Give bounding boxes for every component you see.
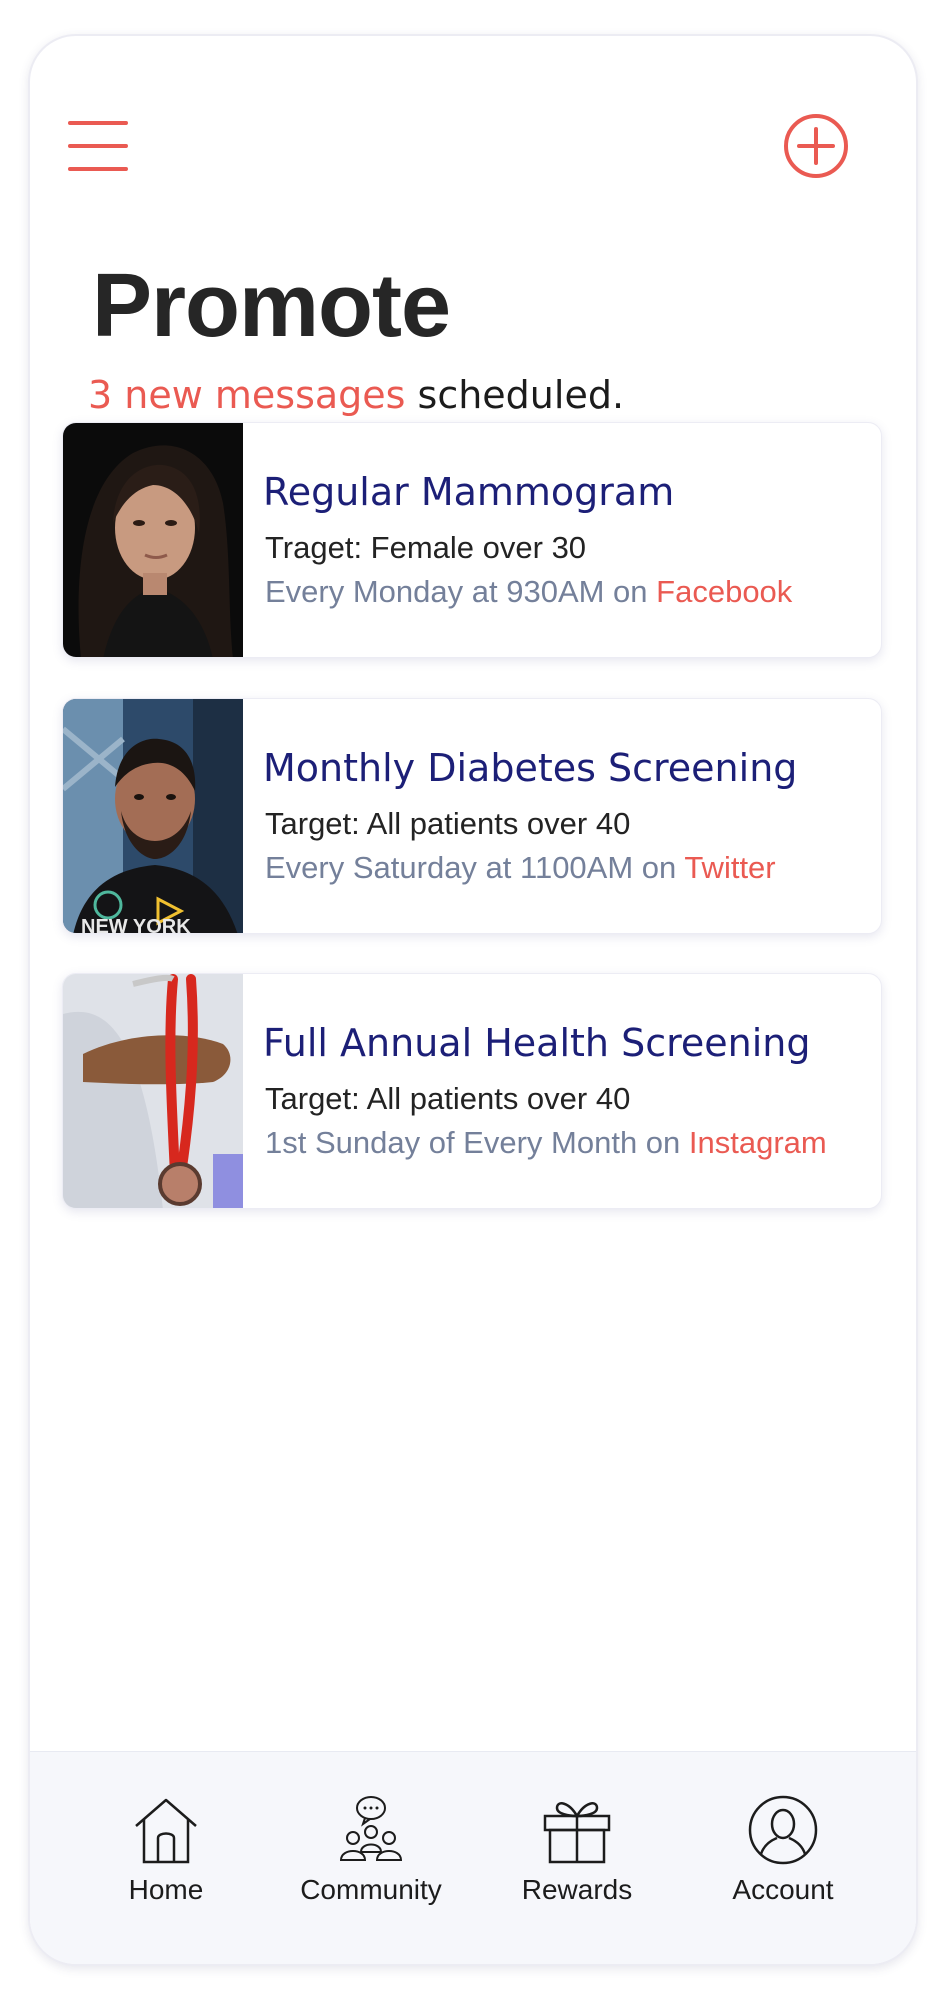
tab-home[interactable]: Home [76,1794,256,1944]
message-target: Target: All patients over 40 [265,1081,631,1116]
message-schedule: Every Monday at 930AM on Facebook [265,573,792,611]
tab-label: Account [732,1874,834,1905]
menu-icon-bar [68,167,128,171]
message-title: Regular Mammogram [263,470,675,514]
plus-circle-icon [784,114,848,178]
scheduled-label: scheduled. [405,373,625,417]
message-target: Traget: Female over 30 [265,530,587,565]
schedule-text: Every Monday at 930AM on [265,574,657,609]
tab-label: Rewards [521,1874,633,1905]
menu-icon-bar [68,144,128,148]
message-schedule: Every Saturday at 1100AM on Twitter [265,849,776,887]
schedule-text: Every Saturday at 1100AM on [265,850,685,885]
schedule-text: 1st Sunday of Every Month on [265,1125,689,1160]
new-messages-count: 3 new messages [88,373,406,417]
add-message-button[interactable] [782,112,850,180]
app-screen: Promote 3 new messages scheduled. Regula… [28,34,918,1966]
tab-community[interactable]: Community [281,1794,461,1944]
message-title: Monthly Diabetes Screening [263,746,798,790]
menu-button[interactable] [66,121,130,171]
platform-link[interactable]: Twitter [684,850,775,885]
message-photo: NEW YORK [63,699,243,934]
message-title: Full Annual Health Screening [263,1021,811,1065]
community-icon [339,1796,403,1861]
message-card[interactable]: Regular Mammogram Traget: Female over 30… [62,422,882,658]
svg-text:NEW YORK: NEW YORK [81,916,191,934]
gift-icon [543,1802,611,1864]
tab-rewards[interactable]: Rewards [487,1794,667,1944]
platform-link[interactable]: Instagram [689,1125,827,1160]
tab-label: Community [300,1874,442,1905]
message-details: Regular Mammogram Traget: Female over 30… [263,423,873,657]
home-icon [135,1798,197,1864]
account-icon [748,1795,818,1865]
tab-label: Home [128,1874,204,1905]
message-details: Monthly Diabetes Screening Target: All p… [263,699,873,933]
platform-link[interactable]: Facebook [656,574,792,609]
message-schedule: 1st Sunday of Every Month on Instagram [265,1124,827,1162]
message-details: Full Annual Health Screening Target: All… [263,974,873,1208]
scheduled-summary: 3 new messages scheduled. [88,372,624,418]
menu-icon-bar [68,121,128,125]
bottom-tab-bar: Home Community Rewards Account [30,1751,916,1964]
message-target: Target: All patients over 40 [265,806,631,841]
message-photo [63,423,243,657]
message-photo [63,974,243,1208]
message-card[interactable]: Full Annual Health Screening Target: All… [62,973,882,1209]
page-title: Promote [92,256,451,356]
message-card[interactable]: NEW YORK Monthly Diabetes Screening Targ… [62,698,882,934]
tab-account[interactable]: Account [693,1794,873,1944]
